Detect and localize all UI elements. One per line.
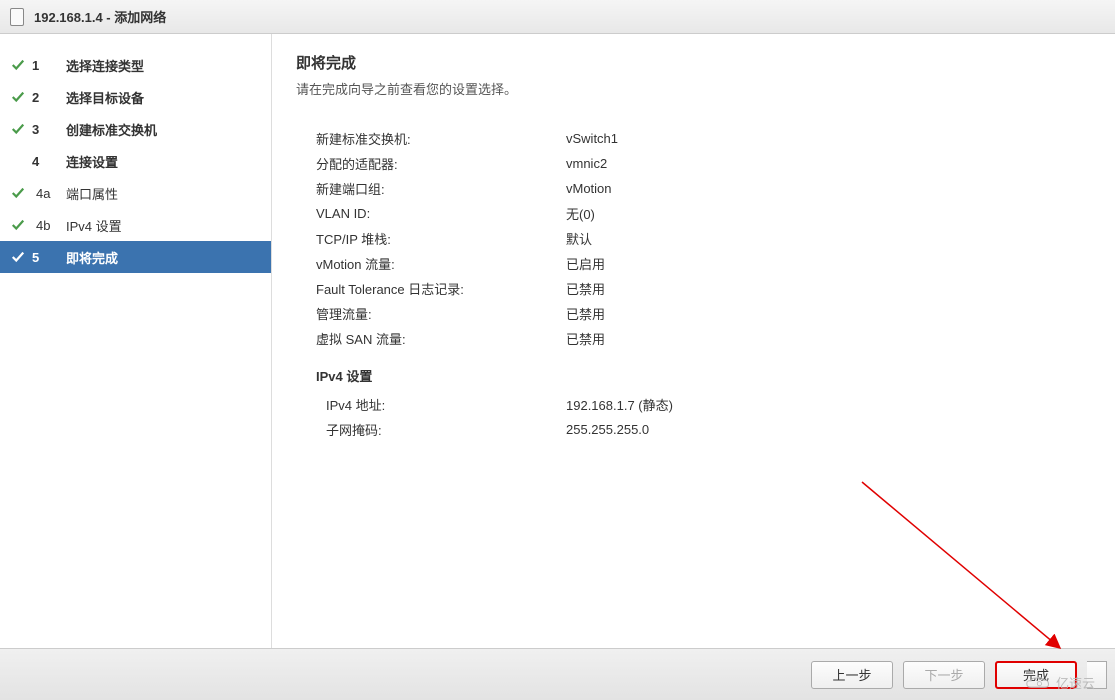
summary-value: 192.168.1.7 (静态) xyxy=(566,395,673,414)
summary-value: 255.255.255.0 xyxy=(566,422,649,437)
step-4b-ipv4-settings[interactable]: 4b IPv4 设置 xyxy=(0,209,271,241)
summary-row-ft: Fault Tolerance 日志记录: 已禁用 xyxy=(316,276,1091,301)
window-title: 192.168.1.4 - 添加网络 xyxy=(34,7,166,26)
summary-value: vSwitch1 xyxy=(566,131,618,146)
wizard-steps-sidebar: 1 选择连接类型 2 选择目标设备 3 创建标准交换机 4 连接设置 xyxy=(0,34,272,648)
summary-label: 新建标准交换机: xyxy=(316,129,566,148)
next-button[interactable]: 下一步 xyxy=(903,661,985,689)
summary-label: 虚拟 SAN 流量: xyxy=(316,329,566,348)
summary-label: 分配的适配器: xyxy=(316,154,566,173)
title-bar: 192.168.1.4 - 添加网络 xyxy=(0,0,1115,34)
step-2-target-device[interactable]: 2 选择目标设备 xyxy=(0,81,271,113)
back-button[interactable]: 上一步 xyxy=(811,661,893,689)
summary-row-tcpip: TCP/IP 堆栈: 默认 xyxy=(316,226,1091,251)
summary-label: IPv4 地址: xyxy=(316,395,566,414)
content-title: 即将完成 xyxy=(296,52,1091,73)
summary-value: 已禁用 xyxy=(566,279,605,298)
step-number: 4a xyxy=(28,186,66,201)
summary-label: vMotion 流量: xyxy=(316,254,566,273)
summary-section: 新建标准交换机: vSwitch1 分配的适配器: vmnic2 新建端口组: … xyxy=(296,126,1091,442)
summary-row-subnet: 子网掩码: 255.255.255.0 xyxy=(316,417,1091,442)
step-5-ready-complete[interactable]: 5 即将完成 xyxy=(0,241,271,273)
host-icon xyxy=(10,8,24,26)
summary-label: TCP/IP 堆栈: xyxy=(316,229,566,248)
content-subtitle: 请在完成向导之前查看您的设置选择。 xyxy=(296,79,1091,98)
summary-label: 管理流量: xyxy=(316,304,566,323)
summary-value: vMotion xyxy=(566,181,612,196)
summary-row-ipv4-addr: IPv4 地址: 192.168.1.7 (静态) xyxy=(316,392,1091,417)
step-number: 4b xyxy=(28,218,66,233)
summary-row-vmotion: vMotion 流量: 已启用 xyxy=(316,251,1091,276)
step-1-connection-type[interactable]: 1 选择连接类型 xyxy=(0,49,271,81)
check-icon xyxy=(8,250,28,264)
wizard-content: 即将完成 请在完成向导之前查看您的设置选择。 新建标准交换机: vSwitch1… xyxy=(272,34,1115,648)
step-label: 选择目标设备 xyxy=(66,88,144,107)
step-3-create-switch[interactable]: 3 创建标准交换机 xyxy=(0,113,271,145)
check-icon xyxy=(8,218,28,232)
watermark: 亿速云 xyxy=(1024,673,1095,692)
step-4a-port-properties[interactable]: 4a 端口属性 xyxy=(0,177,271,209)
ipv4-section-header: IPv4 设置 xyxy=(316,363,1091,388)
step-label: 选择连接类型 xyxy=(66,56,144,75)
summary-label: VLAN ID: xyxy=(316,206,566,221)
summary-value: 已启用 xyxy=(566,254,605,273)
summary-label: Fault Tolerance 日志记录: xyxy=(316,279,566,298)
summary-value: 无(0) xyxy=(566,204,595,223)
summary-row-adapter: 分配的适配器: vmnic2 xyxy=(316,151,1091,176)
summary-row-portgroup: 新建端口组: vMotion xyxy=(316,176,1091,201)
step-label: 端口属性 xyxy=(66,184,118,203)
step-number: 5 xyxy=(28,250,66,265)
check-icon xyxy=(8,58,28,72)
summary-value: vmnic2 xyxy=(566,156,607,171)
summary-value: 已禁用 xyxy=(566,304,605,323)
summary-row-management: 管理流量: 已禁用 xyxy=(316,301,1091,326)
cloud-icon xyxy=(1024,674,1052,692)
step-label: 创建标准交换机 xyxy=(66,120,157,139)
step-number: 4 xyxy=(28,154,66,169)
summary-value: 默认 xyxy=(566,229,592,248)
summary-row-vsan: 虚拟 SAN 流量: 已禁用 xyxy=(316,326,1091,351)
step-number: 3 xyxy=(28,122,66,137)
check-icon xyxy=(8,122,28,136)
summary-label: 新建端口组: xyxy=(316,179,566,198)
step-label: 连接设置 xyxy=(66,152,118,171)
watermark-text: 亿速云 xyxy=(1056,673,1095,692)
wizard-body: 1 选择连接类型 2 选择目标设备 3 创建标准交换机 4 连接设置 xyxy=(0,34,1115,648)
check-icon xyxy=(8,186,28,200)
summary-row-vlan: VLAN ID: 无(0) xyxy=(316,201,1091,226)
step-number: 2 xyxy=(28,90,66,105)
check-icon xyxy=(8,90,28,104)
step-4-connection-settings[interactable]: 4 连接设置 xyxy=(0,145,271,177)
summary-row-vswitch: 新建标准交换机: vSwitch1 xyxy=(316,126,1091,151)
step-label: IPv4 设置 xyxy=(66,216,122,235)
step-number: 1 xyxy=(28,58,66,73)
summary-label: 子网掩码: xyxy=(316,420,566,439)
step-label: 即将完成 xyxy=(66,248,118,267)
wizard-footer: 上一步 下一步 完成 xyxy=(0,648,1115,700)
ipv4-header-label: IPv4 设置 xyxy=(316,366,372,385)
summary-value: 已禁用 xyxy=(566,329,605,348)
